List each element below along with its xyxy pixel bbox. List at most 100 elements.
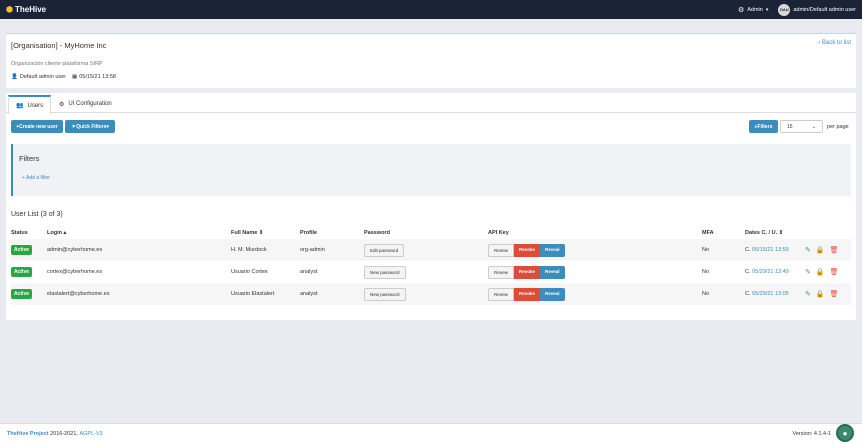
api-renew-button[interactable]: Renew (488, 287, 515, 301)
table-row: Active admin@cyberhome.es H. M. Murdock … (11, 239, 851, 261)
lock-icon[interactable]: 🔒 (816, 268, 825, 276)
full-name-cell: Usuario Elastalert (231, 291, 275, 297)
table-row: Active cortex@cyberhome.es Usuario Corte… (11, 261, 851, 283)
column-header-mfa: MFA (702, 230, 714, 236)
login-cell: elastalert@cyberhome.es (47, 291, 110, 297)
edit-icon[interactable]: ✎ (805, 290, 811, 298)
organisation-meta: 👤 Default admin user ▦ 05/15/21 13:58 (11, 74, 116, 80)
caret-down-icon: ▾ (106, 123, 109, 130)
column-header-profile: Profile (300, 230, 318, 236)
calendar-icon: ▦ (72, 74, 78, 80)
profile-cell: analyst (300, 291, 318, 297)
create-new-user-button[interactable]: + Create new user (11, 120, 63, 133)
column-header-actions (805, 227, 851, 239)
quick-filters-button[interactable]: ▼ Quick Filters ▾ (65, 120, 115, 133)
chevron-down-icon: ⌄ (811, 123, 816, 130)
page-size-value: 15 (787, 123, 793, 130)
footer-years: 2016-2021, (50, 431, 78, 437)
full-name-cell: H. M. Murdock (231, 247, 267, 253)
sort-icon: ⇕ (778, 230, 784, 236)
profile-cell: org-admin (300, 247, 325, 253)
new-password-button[interactable]: New password (364, 287, 406, 301)
user-table: Status Login ▴ Full Name ⇕ Profile Passw… (11, 227, 851, 305)
api-reveal-button[interactable]: Reveal (540, 243, 565, 257)
hive-logo-icon: ⬢ (6, 5, 13, 14)
mfa-cell: No (702, 291, 710, 297)
lock-icon[interactable]: 🔒 (816, 246, 825, 254)
created-date-link[interactable]: 05/29/21 13:49 (752, 269, 789, 275)
main-panel: 👥 Users ⚙ UI Configuration + Create new … (6, 93, 856, 320)
edit-icon[interactable]: ✎ (805, 246, 811, 254)
license-link[interactable]: AGPL-V3 (79, 431, 102, 437)
date-prefix: C. (745, 247, 751, 253)
api-revoke-button[interactable]: Revoke (514, 265, 541, 279)
login-cell: admin@cyberhome.es (47, 247, 103, 253)
status-badge: Active (11, 289, 33, 299)
brand-name: TheHive (14, 5, 47, 14)
trash-icon[interactable]: 🗑 (830, 290, 839, 298)
chevron-left-icon: ‹ (818, 40, 821, 46)
back-to-list-link[interactable]: ‹ Back to list (818, 40, 851, 46)
version-label: Version: 4.1.4-1 (792, 431, 831, 437)
date-prefix: C. (745, 291, 751, 297)
new-password-button[interactable]: New password (364, 265, 406, 279)
trash-icon[interactable]: 🗑 (830, 246, 839, 254)
brand-logo[interactable]: ⬢ TheHive (6, 5, 46, 14)
filters-button-label: Filters (757, 123, 773, 130)
avatar: DAU (778, 3, 791, 16)
create-new-user-label: Create new user (19, 123, 58, 130)
table-header-row: Status Login ▴ Full Name ⇕ Profile Passw… (11, 227, 851, 239)
created-date-link[interactable]: 05/15/21 13:59 (752, 247, 789, 253)
mfa-cell: No (702, 247, 710, 253)
login-cell: cortex@cyberhome.es (47, 269, 103, 275)
footer: TheHive Project 2016-2021, AGPL-V3 Versi… (0, 423, 862, 444)
api-reveal-button[interactable]: Reveal (540, 265, 565, 279)
full-name-cell: Usuario Cortex (231, 269, 268, 275)
tab-users-label: Users (27, 102, 44, 109)
created-date-link[interactable]: 05/29/21 13:05 (752, 291, 789, 297)
api-revoke-button[interactable]: Revoke (514, 243, 541, 257)
user-list-title: User List (3 of 3) (11, 211, 63, 218)
api-renew-button[interactable]: Renew (488, 243, 515, 257)
back-to-list-label: Back to list (821, 40, 851, 46)
admin-menu-label: Admin (747, 6, 763, 13)
mfa-cell: No (702, 269, 710, 275)
column-header-password: Password (364, 230, 390, 236)
organisation-header: [Organisation] - MyHome Inc ‹ Back to li… (6, 33, 856, 88)
column-header-login[interactable]: Login ▴ (47, 227, 231, 239)
admin-menu[interactable]: ⚙ Admin ▾ (738, 6, 768, 14)
column-header-dates[interactable]: Dates C. / U. ⇕ (745, 227, 805, 239)
api-renew-button[interactable]: Renew (488, 265, 515, 279)
edit-icon[interactable]: ✎ (805, 268, 811, 276)
column-header-full-name[interactable]: Full Name ⇕ (231, 227, 300, 239)
column-header-status: Status (11, 230, 28, 236)
column-header-full-name-label: Full Name (231, 230, 258, 236)
api-revoke-button[interactable]: Revoke (514, 287, 541, 301)
tab-users[interactable]: 👥 Users (8, 95, 52, 114)
edit-password-button[interactable]: Edit password (364, 243, 405, 257)
tab-ui-configuration[interactable]: ⚙ UI Configuration (52, 95, 119, 113)
add-filter-link[interactable]: + Add a filter (22, 175, 50, 181)
chat-icon: ● (842, 428, 848, 438)
api-reveal-button[interactable]: Reveal (540, 287, 565, 301)
tab-bar: 👥 Users ⚙ UI Configuration (6, 93, 856, 114)
gear-icon: ⚙ (737, 6, 745, 14)
lock-icon[interactable]: 🔒 (816, 290, 825, 298)
organisation-description: Organización cliente plataforma SIRP (11, 61, 103, 67)
status-badge: Active (11, 267, 33, 277)
add-filter-label: Add a filter (26, 175, 50, 181)
api-key-button-group: Renew Revoke Reveal (488, 265, 565, 279)
users-icon: 👥 (16, 103, 24, 109)
profile-cell: analyst (300, 269, 318, 275)
sort-asc-icon: ▴ (63, 230, 67, 236)
user-menu[interactable]: DAU admin/Default admin user (778, 3, 856, 16)
user-icon: 👤 (11, 74, 18, 80)
sort-icon: ⇕ (258, 230, 264, 236)
project-link[interactable]: TheHive Project (7, 431, 49, 437)
cogs-icon: ⚙ (59, 101, 65, 108)
page-size-select[interactable]: 15 ⌄ (780, 120, 823, 133)
chat-bubble-button[interactable]: ● (836, 424, 854, 442)
status-badge: Active (11, 245, 33, 255)
trash-icon[interactable]: 🗑 (830, 268, 839, 276)
filters-button[interactable]: ⌕ Filters (749, 120, 778, 133)
